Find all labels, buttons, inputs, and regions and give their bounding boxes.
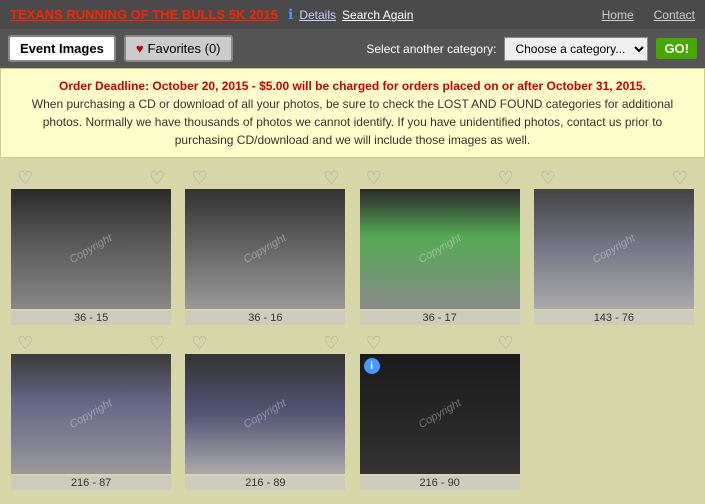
favorite-button-2b[interactable]: ♡ [319,168,343,189]
photo-controls-top-5: ♡ ♡ [11,333,171,354]
header-left: TEXANS RUNNING OF THE BULLS 5K 2015 ℹ De… [10,6,413,23]
photo-controls-top-2: ♡ ♡ [185,168,345,189]
copyright-overlay-4: Copyright [590,232,637,266]
photo-frame-1[interactable]: Copyright [11,189,171,309]
favorite-button-7b[interactable]: ♡ [493,333,517,354]
photo-item-6: ♡ ♡ Copyright 216 - 89 [182,333,348,490]
copyright-overlay-3: Copyright [416,232,463,266]
favorite-button-5b[interactable]: ♡ [145,333,169,354]
photo-frame-4[interactable]: Copyright [534,189,694,309]
favorite-button-1[interactable]: ♡ [13,168,37,189]
photo-controls-top-3: ♡ ♡ [360,168,520,189]
details-link[interactable]: Details [299,8,336,22]
copyright-overlay-2: Copyright [242,232,289,266]
copyright-overlay-5: Copyright [68,397,115,431]
photo-controls-top-6: ♡ ♡ [185,333,345,354]
photo-label-7: 216 - 90 [360,476,520,490]
favorite-button-6b[interactable]: ♡ [319,333,343,354]
photo-item-7: ♡ ♡ i Copyright 216 - 90 [357,333,523,490]
header-bar: TEXANS RUNNING OF THE BULLS 5K 2015 ℹ De… [0,0,705,29]
photo-controls-top-7: ♡ ♡ [360,333,520,354]
photo-item-4: ♡ ♡ Copyright 143 - 76 [531,168,697,325]
notice-deadline: Order Deadline: October 20, 2015 - $5.00… [59,79,646,93]
nav-links: Home Contact [602,8,695,22]
notice-bar: Order Deadline: October 20, 2015 - $5.00… [0,68,705,158]
photo-label-2: 36 - 16 [185,311,345,325]
notice-line1: Order Deadline: October 20, 2015 - $5.00… [13,77,692,95]
favorite-button-4b[interactable]: ♡ [668,168,692,189]
photo-grid: ♡ ♡ Copyright 36 - 15 ♡ ♡ Copyright 36 -… [0,158,705,500]
photo-frame-2[interactable]: Copyright [185,189,345,309]
tabs-row: Event Images ♥ Favorites (0) Select anot… [0,29,705,68]
notice-line2: When purchasing a CD or download of all … [13,95,692,149]
photo-label-5: 216 - 87 [11,476,171,490]
info-icon[interactable]: ℹ [288,6,293,23]
photo-frame-5[interactable]: Copyright [11,354,171,474]
photo-item-1: ♡ ♡ Copyright 36 - 15 [8,168,174,325]
photo-info-badge-7[interactable]: i [364,358,380,374]
nav-contact[interactable]: Contact [654,8,695,22]
favorites-tab[interactable]: ♥ Favorites (0) [124,35,233,62]
search-again-link[interactable]: Search Again [342,8,413,22]
heart-icon: ♥ [136,41,144,56]
favorite-button-3b[interactable]: ♡ [493,168,517,189]
photo-label-6: 216 - 89 [185,476,345,490]
category-label: Select another category: [366,42,496,56]
copyright-overlay-7: Copyright [416,397,463,431]
go-button[interactable]: GO! [656,38,697,59]
photo-frame-3[interactable]: Copyright [360,189,520,309]
header-info: ℹ Details Search Again [288,6,413,23]
event-images-tab[interactable]: Event Images [8,35,116,62]
favorite-button-1b[interactable]: ♡ [145,168,169,189]
photo-label-3: 36 - 17 [360,311,520,325]
favorite-button-3[interactable]: ♡ [362,168,386,189]
photo-item-3: ♡ ♡ Copyright 36 - 17 [357,168,523,325]
photo-controls-top-4: ♡ ♡ [534,168,694,189]
photo-frame-7[interactable]: i Copyright [360,354,520,474]
favorites-label: Favorites (0) [148,41,221,56]
photo-item-2: ♡ ♡ Copyright 36 - 16 [182,168,348,325]
photo-label-1: 36 - 15 [11,311,171,325]
favorite-button-6[interactable]: ♡ [187,333,211,354]
copyright-overlay-1: Copyright [68,232,115,266]
nav-home[interactable]: Home [602,8,634,22]
category-select[interactable]: Choose a category... [504,37,648,61]
photo-frame-6[interactable]: Copyright [185,354,345,474]
copyright-overlay-6: Copyright [242,397,289,431]
photo-label-4: 143 - 76 [534,311,694,325]
favorite-button-2[interactable]: ♡ [187,168,211,189]
favorite-button-5[interactable]: ♡ [13,333,37,354]
photo-item-5: ♡ ♡ Copyright 216 - 87 [8,333,174,490]
photo-controls-top-1: ♡ ♡ [11,168,171,189]
favorite-button-4[interactable]: ♡ [536,168,560,189]
favorite-button-7[interactable]: ♡ [362,333,386,354]
event-title[interactable]: TEXANS RUNNING OF THE BULLS 5K 2015 [10,7,278,22]
